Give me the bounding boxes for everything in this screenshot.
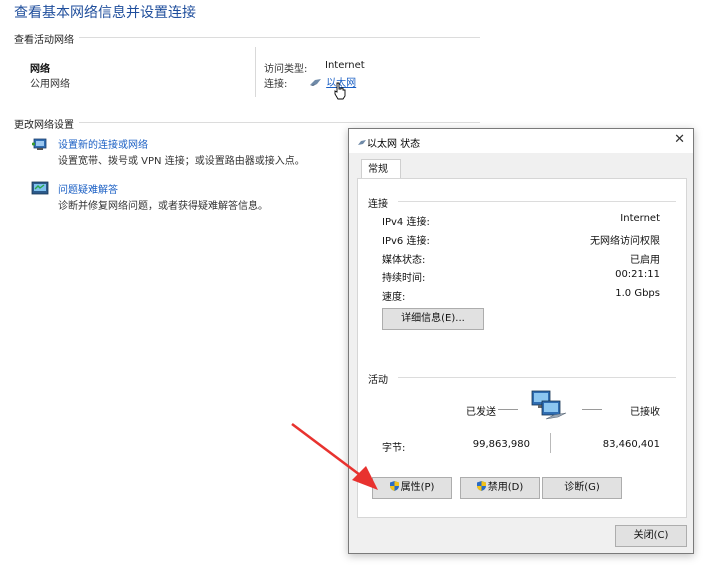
bytes-divider: [550, 433, 551, 453]
ipv6-label: IPv6 连接:: [382, 236, 430, 247]
connection-section-label: 连接: [368, 199, 388, 210]
speed-value: 1.0 Gbps: [615, 288, 660, 299]
received-line: [582, 409, 602, 410]
red-arrow-icon: [291, 422, 378, 490]
general-panel: 连接 IPv4 连接: Internet IPv6 连接: 无网络访问权限 媒体…: [357, 178, 687, 518]
active-networks-label: 查看活动网络: [14, 31, 79, 46]
network-setup-icon: [32, 138, 47, 150]
media-state-label: 媒体状态:: [382, 255, 426, 266]
tab-general[interactable]: 常规: [361, 159, 401, 179]
network-activity-icon: [531, 390, 567, 420]
sent-label: 已发送: [466, 407, 496, 418]
group-divider: [398, 201, 676, 202]
uac-shield-icon: [389, 481, 399, 491]
section-divider: [14, 122, 480, 123]
ipv4-value: Internet: [620, 213, 660, 224]
bytes-sent-value: 99,863,980: [472, 439, 530, 450]
section-divider: [14, 37, 480, 38]
dialog-title: 以太网 状态: [367, 139, 421, 150]
ethernet-status-dialog: 以太网 状态 ✕ 常规 连接 IPv4 连接: Internet IPv6 连接…: [348, 128, 694, 554]
ethernet-icon: [358, 140, 366, 145]
dialog-titlebar[interactable]: 以太网 状态 ✕: [349, 129, 693, 153]
disable-label: 禁用(D): [487, 482, 524, 493]
properties-label: 属性(P): [400, 482, 435, 493]
vertical-divider: [255, 47, 256, 97]
ipv4-label: IPv4 连接:: [382, 217, 430, 228]
close-icon[interactable]: ✕: [674, 132, 685, 147]
troubleshoot-desc: 诊断并修复网络问题，或者获得疑难解答信息。: [58, 201, 268, 212]
access-type-value: Internet: [325, 60, 365, 71]
page-title: 查看基本网络信息并设置连接: [14, 5, 196, 21]
network-name: 网络: [30, 64, 50, 75]
troubleshoot-link[interactable]: 问题疑难解答: [58, 181, 118, 196]
change-settings-label: 更改网络设置: [14, 116, 79, 131]
bytes-received-value: 83,460,401: [602, 439, 660, 450]
media-state-value: 已启用: [630, 255, 660, 266]
connection-label: 连接:: [264, 79, 288, 90]
sent-line: [498, 409, 518, 410]
received-label: 已接收: [630, 407, 660, 418]
access-type-label: 访问类型:: [264, 64, 308, 75]
group-divider: [398, 377, 676, 378]
tab-bar: 常规: [357, 159, 685, 179]
setup-connection-link[interactable]: 设置新的连接或网络: [58, 136, 148, 151]
duration-label: 持续时间:: [382, 273, 426, 284]
uac-shield-icon: [476, 481, 486, 491]
close-button[interactable]: 关闭(C): [615, 525, 687, 547]
diagnose-button[interactable]: 诊断(G): [542, 477, 622, 499]
speed-label: 速度:: [382, 292, 406, 303]
disable-button[interactable]: 禁用(D): [460, 477, 540, 499]
activity-section-label: 活动: [368, 375, 388, 386]
details-button[interactable]: 详细信息(E)...: [382, 308, 484, 330]
troubleshoot-icon: [31, 181, 49, 195]
ethernet-icon: [310, 79, 321, 86]
setup-connection-desc: 设置宽带、拨号或 VPN 连接；或设置路由器或接入点。: [58, 156, 305, 167]
network-type: 公用网络: [30, 79, 70, 90]
duration-value: 00:21:11: [615, 269, 660, 280]
hand-cursor-icon: [334, 82, 346, 100]
ipv6-value: 无网络访问权限: [590, 236, 660, 247]
